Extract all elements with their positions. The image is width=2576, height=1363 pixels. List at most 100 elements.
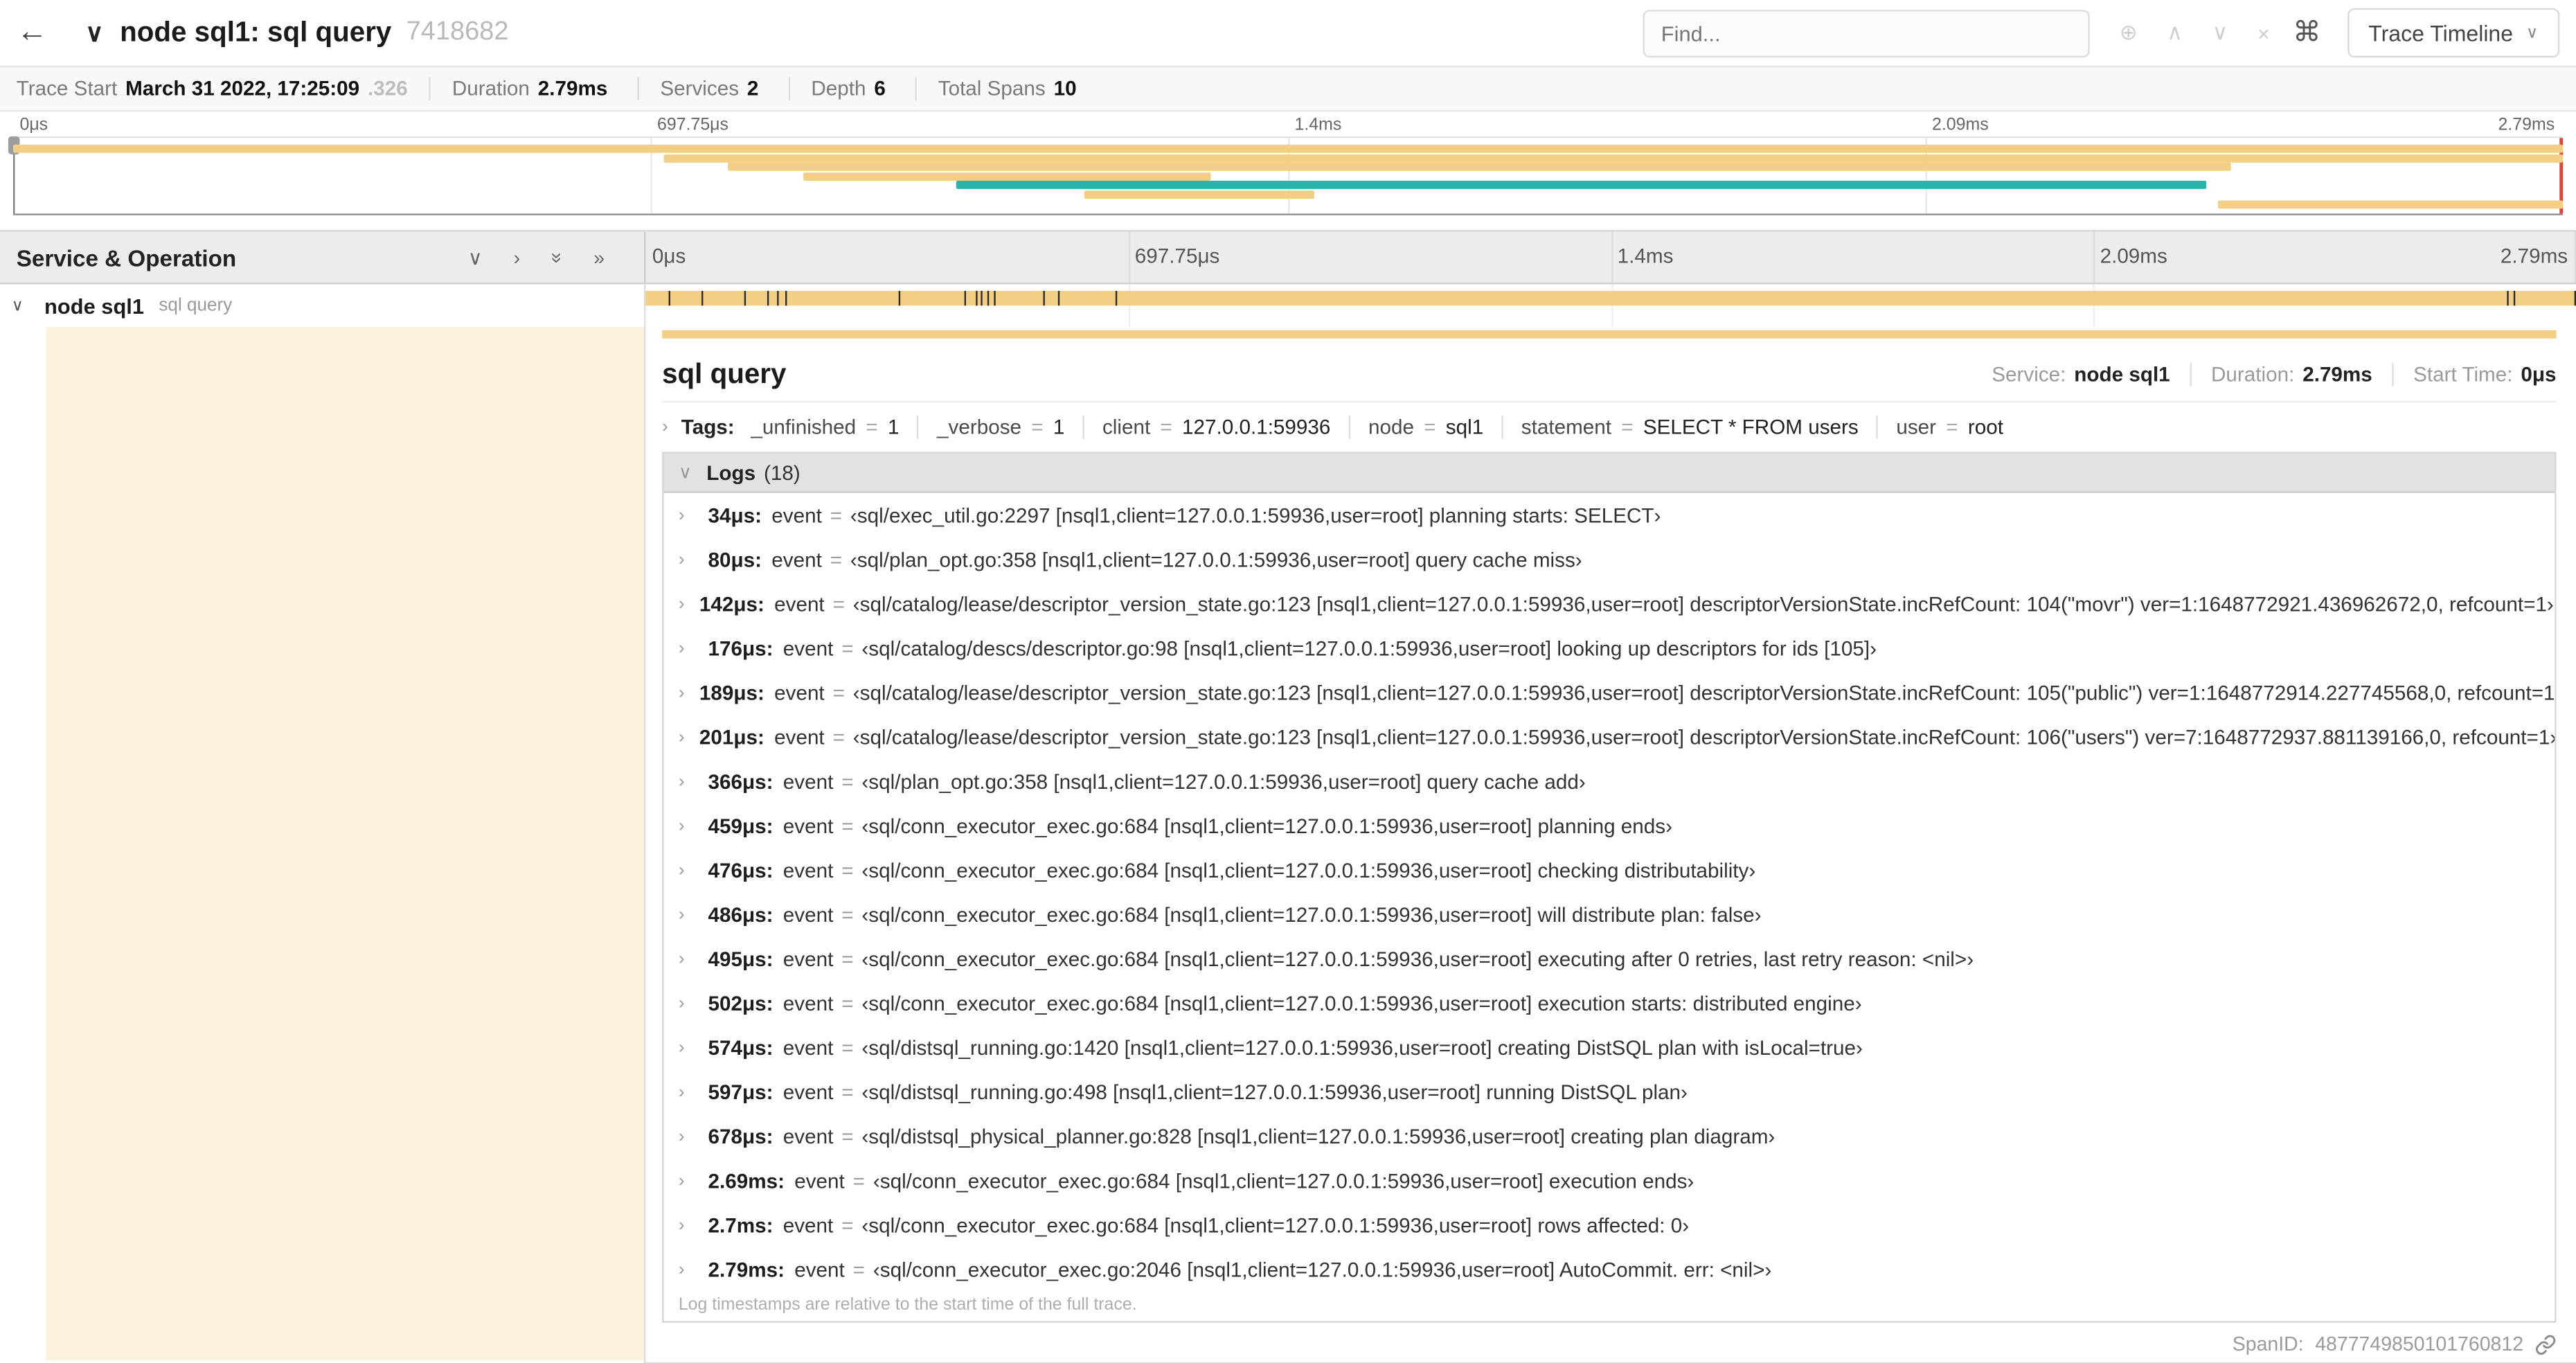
summary-item: Services 2	[637, 77, 767, 100]
trace-view-selector[interactable]: Trace Timeline ∨	[2347, 8, 2560, 58]
trace-summary-bar: Trace Start March 31 2022, 17:25:09.326 …	[0, 67, 2576, 112]
chevron-right-icon: ›	[678, 682, 685, 703]
trace-title-chevron-down-icon[interactable]: ∨	[85, 18, 103, 47]
log-entry[interactable]: › 678μs: event = ‹sql/distsql_physical_p…	[663, 1114, 2555, 1159]
minimap-tick: 0μs	[19, 115, 48, 135]
log-field-key: event	[782, 1035, 834, 1060]
logs-accordion-header[interactable]: ∨ Logs (18)	[663, 453, 2555, 493]
log-entry[interactable]: › 495μs: event = ‹sql/conn_executor_exec…	[663, 936, 2555, 981]
logs-count: (18)	[764, 461, 800, 484]
minimap-span	[726, 163, 2232, 172]
back-button[interactable]: ←	[17, 15, 66, 51]
minimap-span	[803, 172, 1212, 181]
collapse-controls: ∨ › » »	[468, 246, 628, 269]
span-collapse-chevron-down-icon[interactable]: ∨	[12, 296, 44, 314]
chevron-right-icon: ›	[678, 815, 685, 836]
summary-item: Total Spans 10	[915, 77, 1085, 100]
log-field-key: event	[794, 1258, 845, 1281]
log-entry[interactable]: › 176μs: event = ‹sql/catalog/descs/desc…	[663, 626, 2555, 670]
span-row-timeline-cell[interactable]	[645, 284, 2576, 328]
collapse-one-icon[interactable]: ∨	[468, 246, 483, 269]
log-message: ‹sql/conn_executor_exec.go:684 [nsql1,cl…	[861, 1213, 1690, 1237]
focus-result-icon[interactable]: ⊕	[2120, 19, 2138, 46]
span-id-label: SpanID:	[2232, 1333, 2304, 1356]
equals-sign: =	[852, 1258, 866, 1281]
minimap-tick: 1.4ms	[1294, 115, 1342, 135]
minimap-canvas[interactable]	[8, 136, 2564, 215]
chevron-right-icon: ›	[678, 949, 685, 969]
log-field-key: event	[774, 681, 825, 704]
chevron-right-icon: ›	[678, 1215, 685, 1235]
log-entry[interactable]: › 201μs: event = ‹sql/catalog/lease/desc…	[663, 715, 2555, 759]
log-entry[interactable]: › 80μs: event = ‹sql/plan_opt.go:358 [ns…	[663, 537, 2555, 582]
summary-value: 2	[746, 77, 759, 100]
top-bar: ← ∨ node sql1: sql query 7418682 ⊕ ∧ ∨ ×…	[0, 0, 2576, 68]
clear-find-icon[interactable]: ×	[2257, 21, 2270, 46]
tag-value: SELECT * FROM users	[1643, 415, 1859, 438]
log-timestamp: 495μs:	[708, 947, 773, 970]
tag-key: _verbose	[937, 415, 1022, 438]
find-next-icon[interactable]: ∨	[2212, 19, 2228, 46]
find-prev-icon[interactable]: ∧	[2167, 19, 2183, 46]
equals-sign: =	[1621, 415, 1634, 438]
log-entry[interactable]: › 597μs: event = ‹sql/distsql_running.go…	[663, 1069, 2555, 1114]
log-entry[interactable]: › 459μs: event = ‹sql/conn_executor_exec…	[663, 803, 2555, 848]
keyboard-shortcuts-button[interactable]: ⌘	[2293, 17, 2320, 49]
expand-all-icon[interactable]: »	[593, 246, 605, 269]
equals-sign: =	[866, 415, 878, 438]
log-entry[interactable]: › 502μs: event = ‹sql/conn_executor_exec…	[663, 981, 2555, 1025]
tags-accordion[interactable]: › Tags: _unfinished = 1 _verbose = 1 cli…	[662, 402, 2556, 450]
log-message: ‹sql/conn_executor_exec.go:684 [nsql1,cl…	[873, 1168, 1694, 1193]
span-detail-header: sql query Service: node sql1 Duration: 2…	[662, 348, 2557, 403]
equals-sign: =	[841, 1035, 854, 1060]
span-row-name-cell[interactable]: ∨ node sql1 sql query	[0, 284, 646, 328]
log-entry[interactable]: › 142μs: event = ‹sql/catalog/lease/desc…	[663, 582, 2555, 626]
find-input[interactable]	[1643, 9, 2091, 57]
equals-sign: =	[841, 858, 854, 882]
log-entry[interactable]: › 189μs: event = ‹sql/catalog/lease/desc…	[663, 670, 2555, 715]
log-field-key: event	[771, 504, 822, 527]
trace-view-selector-label: Trace Timeline	[2368, 20, 2514, 46]
timeline-header: Service & Operation ∨ › » » 0μs 697.75μs…	[0, 230, 2576, 285]
log-entry[interactable]: › 476μs: event = ‹sql/conn_executor_exec…	[663, 848, 2555, 892]
chevron-right-icon: ›	[678, 1037, 685, 1058]
log-marker	[987, 290, 990, 306]
grid-line	[1128, 231, 1130, 283]
log-timestamp: 34μs:	[708, 504, 762, 527]
log-entry[interactable]: › 574μs: event = ‹sql/distsql_running.go…	[663, 1025, 2555, 1069]
minimap-span	[1084, 190, 1314, 199]
log-marker	[744, 290, 746, 306]
log-marker	[976, 290, 978, 306]
log-entry[interactable]: › 2.69ms: event = ‹sql/conn_executor_exe…	[663, 1159, 2555, 1203]
service-operation-header: Service & Operation ∨ › » »	[0, 231, 646, 283]
log-entry[interactable]: › 2.79ms: event = ‹sql/conn_executor_exe…	[663, 1247, 2555, 1292]
service-operation-title: Service & Operation	[16, 244, 237, 271]
jaeger-trace-timeline-page: ← ∨ node sql1: sql query 7418682 ⊕ ∧ ∨ ×…	[0, 0, 2576, 1363]
deep-link-icon[interactable]	[2535, 1333, 2557, 1355]
timeline-ruler[interactable]: 0μs 697.75μs 1.4ms 2.09ms 2.79ms	[645, 231, 2576, 283]
log-field-key: event	[782, 991, 834, 1015]
tag-value: 1	[1053, 415, 1065, 438]
log-entry[interactable]: › 486μs: event = ‹sql/conn_executor_exec…	[663, 892, 2555, 936]
logs-title: Logs	[706, 461, 756, 484]
tag-key: node	[1368, 415, 1414, 438]
equals-sign: =	[832, 725, 845, 749]
summary-item: Trace Start March 31 2022, 17:25:09 .326	[17, 78, 408, 100]
expand-one-icon[interactable]: ›	[514, 246, 520, 269]
log-timestamp: 176μs:	[708, 636, 773, 660]
equals-sign: =	[841, 902, 854, 926]
log-field-key: event	[774, 725, 825, 749]
log-timestamp: 366μs:	[708, 769, 773, 793]
log-marker	[1114, 290, 1117, 306]
log-entry[interactable]: › 366μs: event = ‹sql/plan_opt.go:358 [n…	[663, 759, 2555, 803]
log-timestamp: 2.69ms:	[708, 1168, 785, 1193]
log-entry[interactable]: › 2.7ms: event = ‹sql/conn_executor_exec…	[663, 1203, 2555, 1247]
log-field-key: event	[782, 858, 834, 882]
trace-minimap: 0μs 697.75μs 1.4ms 2.09ms 2.79ms	[8, 112, 2564, 215]
span-bar[interactable]	[645, 290, 2576, 306]
summary-value-suffix: .326	[368, 77, 408, 100]
tag-key: _unfinished	[751, 415, 857, 438]
collapse-all-icon[interactable]: »	[546, 251, 569, 262]
log-message: ‹sql/conn_executor_exec.go:2046 [nsql1,c…	[873, 1258, 1772, 1281]
log-entry[interactable]: › 34μs: event = ‹sql/exec_util.go:2297 […	[663, 493, 2555, 537]
